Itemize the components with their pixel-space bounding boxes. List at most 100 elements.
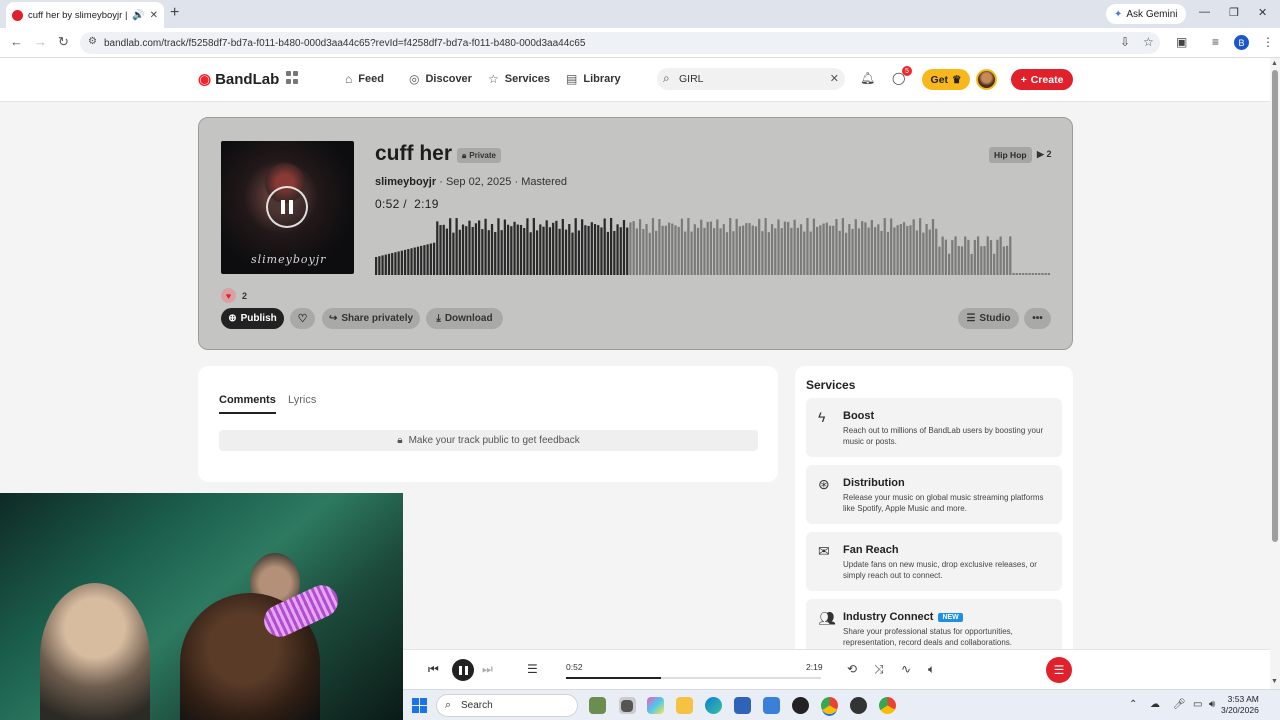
player-progress-bar[interactable] bbox=[566, 677, 821, 679]
scrollbar-thumb[interactable] bbox=[1272, 70, 1278, 542]
chatgpt-icon[interactable] bbox=[792, 697, 809, 714]
download-button[interactable]: ⤓ Download bbox=[426, 308, 503, 329]
more-options-button[interactable]: ••• bbox=[1024, 308, 1051, 329]
network-icon[interactable]: ▭ bbox=[1193, 699, 1202, 710]
clear-search-icon[interactable]: ✕ bbox=[830, 72, 839, 85]
speaker-icon[interactable]: 🔊 bbox=[132, 10, 144, 21]
onedrive-icon[interactable]: ☁ bbox=[1150, 699, 1160, 710]
waveform-bar bbox=[976, 236, 980, 275]
studio-button[interactable]: ☰ Studio bbox=[958, 308, 1019, 329]
taskbar-search[interactable]: ⌕ Search bbox=[436, 694, 578, 717]
waveform-bar bbox=[452, 232, 455, 275]
player-pause-button[interactable] bbox=[452, 659, 474, 681]
mail-icon[interactable] bbox=[763, 697, 780, 714]
service-fan-reach[interactable]: ✉ Fan Reach Update fans on new music, dr… bbox=[806, 532, 1062, 591]
page-scrollbar[interactable]: ▲ ▼ bbox=[1270, 58, 1280, 689]
maximize-icon[interactable]: ❐ bbox=[1229, 6, 1239, 19]
scroll-down-icon[interactable]: ▼ bbox=[1271, 678, 1278, 685]
nav-discover[interactable]: ◎ Discover bbox=[409, 72, 472, 86]
waveform-bar bbox=[835, 219, 838, 275]
new-tab-button[interactable]: + bbox=[170, 4, 179, 22]
close-tab-icon[interactable]: ✕ bbox=[150, 10, 158, 21]
nav-feed[interactable]: ⌂ Feed bbox=[345, 72, 384, 86]
taskbar-app-icon[interactable] bbox=[589, 697, 606, 714]
close-window-icon[interactable]: ✕ bbox=[1258, 6, 1267, 19]
shuffle-icon[interactable]: ⤨ bbox=[874, 662, 884, 677]
waveform-bar bbox=[465, 226, 468, 275]
bandlab-logo[interactable]: ◉ BandLab bbox=[198, 70, 279, 89]
service-distribution[interactable]: ⊛ Distribution Release your music on glo… bbox=[806, 465, 1062, 524]
browser-menu-icon[interactable]: ⋮ bbox=[1262, 35, 1274, 49]
service-desc: Update fans on new music, drop exclusive… bbox=[843, 560, 1037, 580]
share-privately-button[interactable]: ↪ Share privately bbox=[322, 308, 420, 329]
volume-tray-icon[interactable]: 🔊︎ bbox=[1209, 699, 1215, 710]
edge-icon[interactable] bbox=[705, 697, 722, 714]
volume-icon[interactable]: 🔈︎ bbox=[928, 662, 935, 677]
like-button[interactable]: ♡ bbox=[290, 308, 315, 329]
split-view-icon[interactable]: ▣ bbox=[1176, 35, 1187, 49]
file-explorer-icon[interactable] bbox=[676, 697, 693, 714]
profile-avatar[interactable]: B bbox=[1234, 35, 1249, 50]
bookmark-star-icon[interactable]: ☆ bbox=[1143, 35, 1154, 49]
waveform[interactable] bbox=[375, 215, 1051, 275]
next-track-icon[interactable]: ⏭ bbox=[482, 662, 493, 677]
tray-overflow-icon[interactable]: ⌃ bbox=[1129, 699, 1137, 710]
genre-tag[interactable]: Hip Hop bbox=[989, 147, 1032, 163]
artist-link[interactable]: slimeyboyjr bbox=[375, 176, 436, 188]
chrome-profile-icon[interactable] bbox=[879, 697, 896, 714]
task-view-icon[interactable] bbox=[621, 700, 633, 712]
copilot-icon[interactable] bbox=[647, 697, 664, 714]
track-meta: slimeyboyjr · Sep 02, 2025 · Mastered bbox=[375, 176, 568, 188]
waveform-bar bbox=[703, 227, 706, 275]
nav-services[interactable]: ☆ Services bbox=[488, 72, 550, 86]
taskbar-app-icon[interactable] bbox=[850, 697, 867, 714]
waveform-bar bbox=[1015, 273, 1018, 275]
forward-icon[interactable]: → bbox=[34, 34, 47, 49]
track-title: cuff her bbox=[375, 142, 453, 165]
get-membership-button[interactable]: Get ♛ bbox=[922, 69, 970, 90]
crown-icon: ♛ bbox=[952, 73, 962, 86]
search-input[interactable]: ⌕ GIRL ✕ bbox=[657, 68, 845, 90]
back-icon[interactable]: ← bbox=[10, 34, 23, 49]
browser-tab[interactable]: cuff her by slimeyboyjr | Ba 🔊 ✕ bbox=[6, 2, 164, 28]
tab-comments[interactable]: Comments bbox=[219, 394, 276, 414]
reading-list-icon[interactable]: ≡ bbox=[1212, 35, 1219, 49]
service-boost[interactable]: ϟ Boost Reach out to millions of BandLab… bbox=[806, 398, 1062, 457]
tab-lyrics[interactable]: Lyrics bbox=[288, 394, 316, 406]
waveform-bar bbox=[684, 231, 687, 275]
waveform-bar bbox=[378, 256, 381, 275]
queue-list-icon[interactable]: ☰ bbox=[527, 662, 538, 676]
chrome-icon[interactable] bbox=[821, 697, 838, 714]
waveform-bar bbox=[690, 231, 693, 275]
site-settings-icon[interactable]: ⚙ bbox=[88, 36, 97, 47]
notifications-bell-icon[interactable]: 🔔︎ bbox=[860, 71, 875, 85]
store-icon[interactable] bbox=[734, 697, 751, 714]
create-button[interactable]: + Create bbox=[1011, 69, 1073, 90]
waveform-bar bbox=[439, 225, 442, 275]
waveform-bar bbox=[455, 218, 458, 275]
ask-gemini-button[interactable]: ✦ Ask Gemini bbox=[1106, 4, 1186, 24]
url-bar[interactable]: ⚙ bandlab.com/track/f5258df7-bd7a-f011-b… bbox=[80, 32, 1160, 54]
player-menu-button[interactable]: ☰ bbox=[1046, 657, 1072, 683]
time-total: 2:19 bbox=[414, 197, 439, 211]
repeat-icon[interactable]: ⟲ bbox=[847, 662, 857, 676]
user-avatar[interactable] bbox=[976, 69, 997, 90]
audio-wave-icon[interactable]: ∿ bbox=[901, 662, 911, 676]
waveform-bar bbox=[993, 253, 996, 275]
publish-button[interactable]: ⊕ Publish bbox=[221, 308, 284, 329]
scroll-up-icon[interactable]: ▲ bbox=[1271, 60, 1278, 67]
install-app-icon[interactable]: ⇩ bbox=[1120, 35, 1130, 49]
reload-icon[interactable]: ↻ bbox=[58, 34, 69, 50]
windows-start-icon[interactable] bbox=[412, 698, 427, 713]
cover-pause-button[interactable] bbox=[266, 186, 308, 228]
previous-track-icon[interactable]: ⏮ bbox=[428, 662, 439, 677]
waveform-bar bbox=[870, 220, 873, 275]
microphone-tray-icon[interactable]: 🎤︎ bbox=[1173, 699, 1186, 710]
system-clock[interactable]: 3:53 AM 3/20/2026 bbox=[1221, 694, 1259, 716]
nav-library[interactable]: ▤ Library bbox=[566, 72, 621, 86]
waveform-bar bbox=[803, 231, 806, 275]
minimize-icon[interactable]: — bbox=[1199, 6, 1210, 18]
track-cover-art[interactable]: slimeyboyjr bbox=[221, 141, 354, 274]
apps-grid-icon[interactable] bbox=[286, 71, 300, 85]
waveform-bar bbox=[706, 221, 709, 275]
